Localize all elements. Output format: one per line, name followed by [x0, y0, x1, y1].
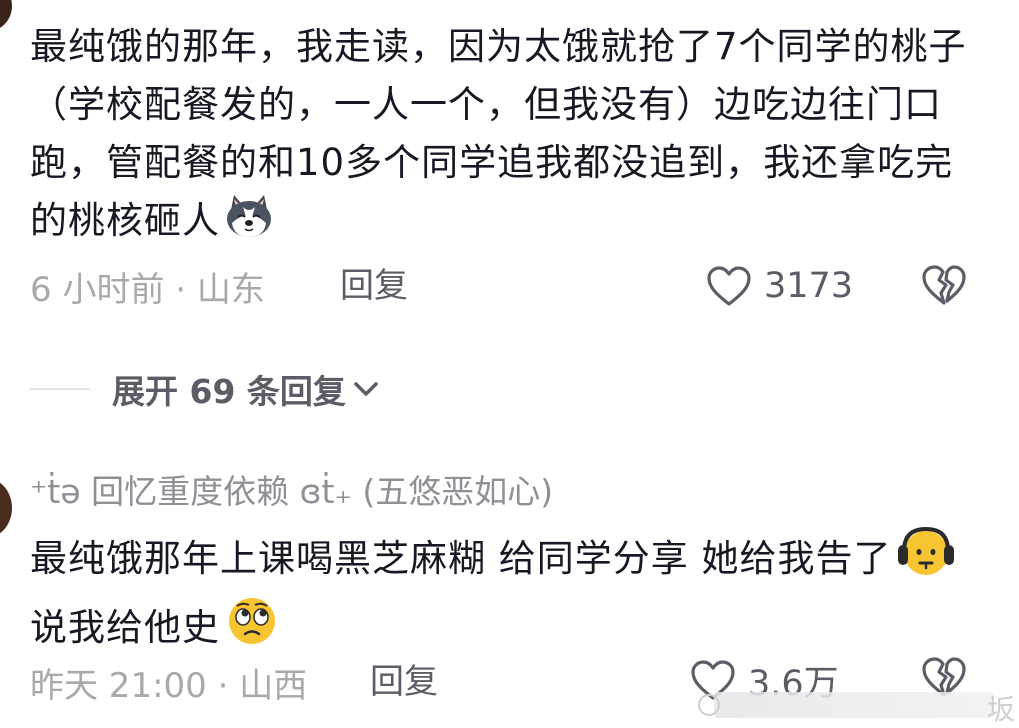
- husky-dog-emoji: [224, 193, 274, 256]
- like-button[interactable]: 3173: [706, 262, 853, 310]
- comment-body-continued: 说我给他史: [30, 606, 220, 649]
- headphones-face-emoji: [896, 525, 956, 594]
- comment-text: 最纯饿的那年，我走读，因为太饿就抢了7个同学的桃子（学校配餐发的，一人一个，但我…: [30, 18, 990, 256]
- watermark-text: 坂: [986, 693, 1015, 726]
- like-count: 3173: [764, 266, 854, 306]
- watermark-logo-icon: [698, 694, 720, 716]
- previous-username-fragment: ·: [150, 0, 340, 4]
- username[interactable]: ⁺ṫə 回忆重度依赖 ɞṫ₊ (五悠恶如心): [30, 466, 553, 518]
- comment-time-location: 6 小时前 · 山东: [30, 262, 265, 310]
- comment-body: 最纯饿那年上课喝黑芝麻糊 给同学分享 她给我告了: [30, 537, 892, 580]
- avatar[interactable]: [0, 478, 12, 538]
- comment-body: 最纯饿的那年，我走读，因为太饿就抢了7个同学的桃子（学校配餐发的，一人一个，但我…: [30, 25, 967, 242]
- dislike-button[interactable]: [920, 262, 968, 312]
- watermark-bar: [714, 692, 994, 718]
- time-location-label: 昨天 21:00 · 山西: [30, 665, 308, 706]
- comment-text: 最纯饿那年上课喝黑芝麻糊 给同学分享 她给我告了 说我给他史: [30, 525, 990, 663]
- rolling-eyes-face-emoji: [224, 594, 280, 663]
- comment-time-location: 昨天 21:00 · 山西: [30, 656, 307, 708]
- broken-heart-icon: [922, 265, 966, 305]
- reply-button[interactable]: 回复: [340, 262, 408, 310]
- time-location-label: 6 小时前 · 山东: [30, 269, 265, 310]
- heart-icon: [707, 266, 751, 306]
- watermark: 坂: [690, 686, 1019, 726]
- chevron-down-icon: [354, 382, 378, 396]
- avatar[interactable]: [0, 0, 12, 32]
- reply-button[interactable]: 回复: [370, 656, 438, 708]
- expand-replies-label: 展开 69 条回复: [112, 372, 346, 411]
- expand-replies-button[interactable]: 展开 69 条回复: [30, 364, 380, 414]
- divider: [30, 388, 90, 390]
